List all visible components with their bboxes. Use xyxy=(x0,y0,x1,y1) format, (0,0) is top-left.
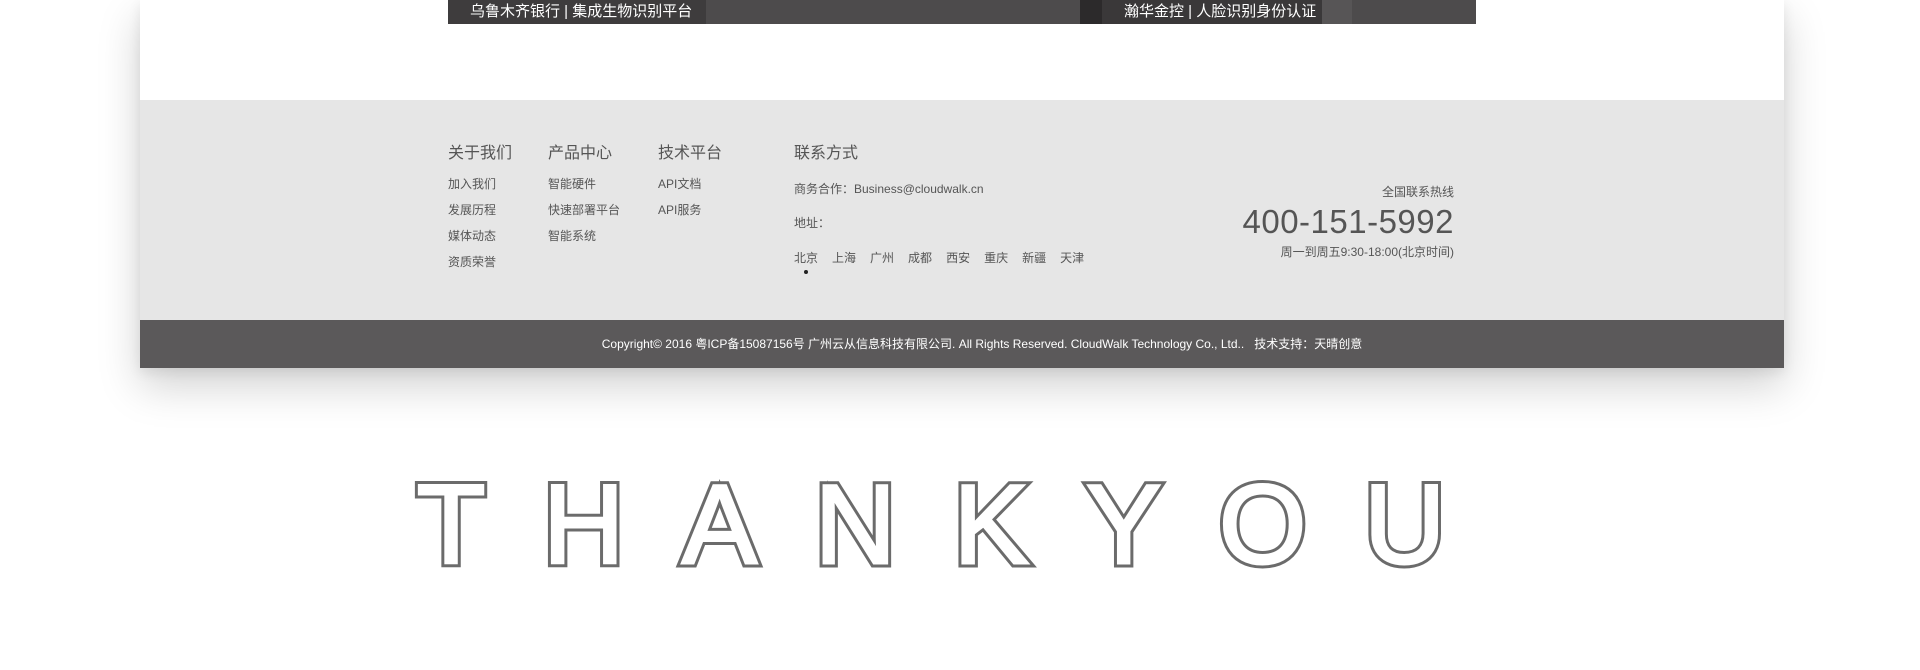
footer-link-deploy-platform[interactable]: 快速部署平台 xyxy=(548,202,620,228)
city-tab-xinjiang[interactable]: 新疆 xyxy=(1022,250,1046,266)
site-footer: 关于我们 加入我们 发展历程 媒体动态 资质荣誉 产品中心 智能硬件 快速部署平… xyxy=(140,100,1784,320)
city-tab-tianjin[interactable]: 天津 xyxy=(1060,250,1084,266)
page: 乌鲁木齐银行 | 集成生物识别平台 瀚华金控 | 人脸识别身份认证 关于我们 加… xyxy=(0,0,1920,670)
footer-link-history[interactable]: 发展历程 xyxy=(448,202,512,228)
city-tab-chongqing[interactable]: 重庆 xyxy=(984,250,1008,266)
hotline-hours: 周一到周五9:30-18:00(北京时间) xyxy=(1280,245,1454,259)
footer-heading-product: 产品中心 xyxy=(548,145,613,162)
footer-heading-tech: 技术平台 xyxy=(658,145,723,162)
business-email[interactable]: 商务合作：Business@cloudwalk.cn xyxy=(794,180,1084,198)
case-caption-right: 瀚华金控 | 人脸识别身份认证 xyxy=(1102,0,1322,24)
city-tab-beijing[interactable]: 北京 xyxy=(794,250,818,274)
city-tab-guangzhou[interactable]: 广州 xyxy=(870,250,894,266)
footer-col-about: 关于我们 加入我们 发展历程 媒体动态 资质荣誉 xyxy=(448,144,512,280)
case-image-dark-2 xyxy=(1322,0,1352,24)
footer-link-smart-system[interactable]: 智能系统 xyxy=(548,228,620,254)
footer-col-product: 产品中心 智能硬件 快速部署平台 智能系统 xyxy=(548,144,620,254)
hotline-block: 全国联系热线 400-151-5992 周一到周五9:30-18:00(北京时间… xyxy=(1242,184,1454,260)
case-caption-left: 乌鲁木齐银行 | 集成生物识别平台 xyxy=(448,0,706,24)
address-label: 地址： xyxy=(794,216,831,230)
city-tab-shanghai[interactable]: 上海 xyxy=(832,250,856,266)
footer-heading-about: 关于我们 xyxy=(448,145,513,162)
thankyou-heading: THANKYOU THANKYOU xyxy=(412,470,1503,580)
tech-support-link[interactable]: 技术支持：天晴创意 xyxy=(1254,337,1362,351)
case-banner-hanhua[interactable]: 瀚华金控 | 人脸识别身份认证 xyxy=(962,0,1476,24)
hotline-number[interactable]: 400-151-5992 xyxy=(1242,202,1454,242)
footer-link-media[interactable]: 媒体动态 xyxy=(448,228,512,254)
footer-link-api-service[interactable]: API服务 xyxy=(658,202,722,228)
footer-heading-contact: 联系方式 xyxy=(794,145,859,162)
footer-link-honors[interactable]: 资质荣誉 xyxy=(448,254,512,280)
city-tab-xian[interactable]: 西安 xyxy=(946,250,970,266)
footer-link-join[interactable]: 加入我们 xyxy=(448,176,512,202)
footer-col-contact: 联系方式 商务合作：Business@cloudwalk.cn 地址： 北京 上… xyxy=(794,144,1084,274)
footer-col-tech: 技术平台 API文档 API服务 xyxy=(658,144,722,228)
city-tab-chengdu[interactable]: 成都 xyxy=(908,250,932,266)
city-tabs: 北京 上海 广州 成都 西安 重庆 新疆 天津 xyxy=(794,250,1084,274)
thankyou-text-inner: THANKYOU xyxy=(417,470,1503,580)
hotline-label: 全国联系热线 xyxy=(1381,185,1454,199)
case-image-dark xyxy=(1080,0,1104,24)
footer-link-api-docs[interactable]: API文档 xyxy=(658,176,722,202)
copyright-text: Copyright© 2016 粤ICP备15087156号 广州云从信息科技有… xyxy=(601,337,1245,351)
case-banner-urumqi-bank[interactable]: 乌鲁木齐银行 | 集成生物识别平台 xyxy=(448,0,962,24)
website-frame: 乌鲁木齐银行 | 集成生物识别平台 瀚华金控 | 人脸识别身份认证 关于我们 加… xyxy=(140,0,1784,368)
copyright-bar: Copyright© 2016 粤ICP备15087156号 广州云从信息科技有… xyxy=(140,320,1784,368)
footer-link-hardware[interactable]: 智能硬件 xyxy=(548,176,620,202)
